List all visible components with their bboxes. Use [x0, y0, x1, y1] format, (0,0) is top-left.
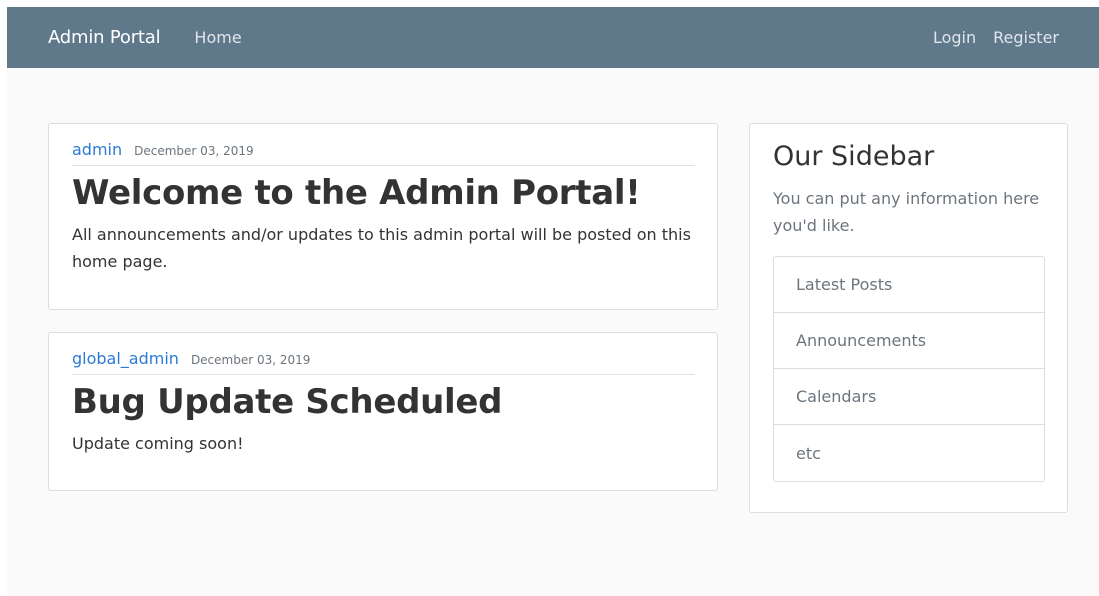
nav-right-group: Login Register: [933, 28, 1059, 47]
post-body: Update coming soon!: [72, 434, 244, 453]
post-author-link[interactable]: global_admin: [72, 350, 179, 368]
sidebar-list: Latest Posts Announcements Calendars etc: [773, 256, 1045, 482]
post-date: December 03, 2019: [190, 353, 311, 367]
nav-home-link[interactable]: Home: [194, 28, 241, 47]
top-navbar: Admin Portal Home Login Register: [7, 7, 1099, 68]
brand-link[interactable]: Admin Portal: [48, 27, 161, 48]
post-date: December 03, 2019: [134, 144, 254, 158]
sidebar-item-announcements[interactable]: Announcements: [774, 313, 1044, 369]
nav-register-link[interactable]: Register: [993, 28, 1059, 47]
post-card: global_admin December 03, 2019 Bug Updat…: [48, 332, 718, 491]
post-author-link[interactable]: admin: [72, 141, 122, 159]
post-title[interactable]: Welcome to the Admin Portal!: [72, 173, 695, 213]
post-meta: admin December 03, 2019: [72, 124, 695, 166]
nav-login-link[interactable]: Login: [933, 28, 976, 47]
sidebar-title: Our Sidebar: [773, 141, 935, 172]
sidebar-description: You can put any information here you'd l…: [773, 189, 1040, 235]
post-title[interactable]: Bug Update Scheduled: [72, 382, 695, 422]
post-card: admin December 03, 2019 Welcome to the A…: [48, 123, 718, 310]
sidebar-item-etc[interactable]: etc: [774, 425, 1044, 481]
page: Admin Portal Home Login Register admin D…: [7, 7, 1099, 596]
post-meta: global_admin December 03, 2019: [72, 333, 695, 375]
sidebar-item-calendars[interactable]: Calendars: [774, 369, 1044, 425]
sidebar-item-latest-posts[interactable]: Latest Posts: [774, 257, 1044, 313]
post-body: All announcements and/or updates to this…: [72, 225, 691, 271]
sidebar-card: Our Sidebar You can put any information …: [749, 123, 1068, 513]
